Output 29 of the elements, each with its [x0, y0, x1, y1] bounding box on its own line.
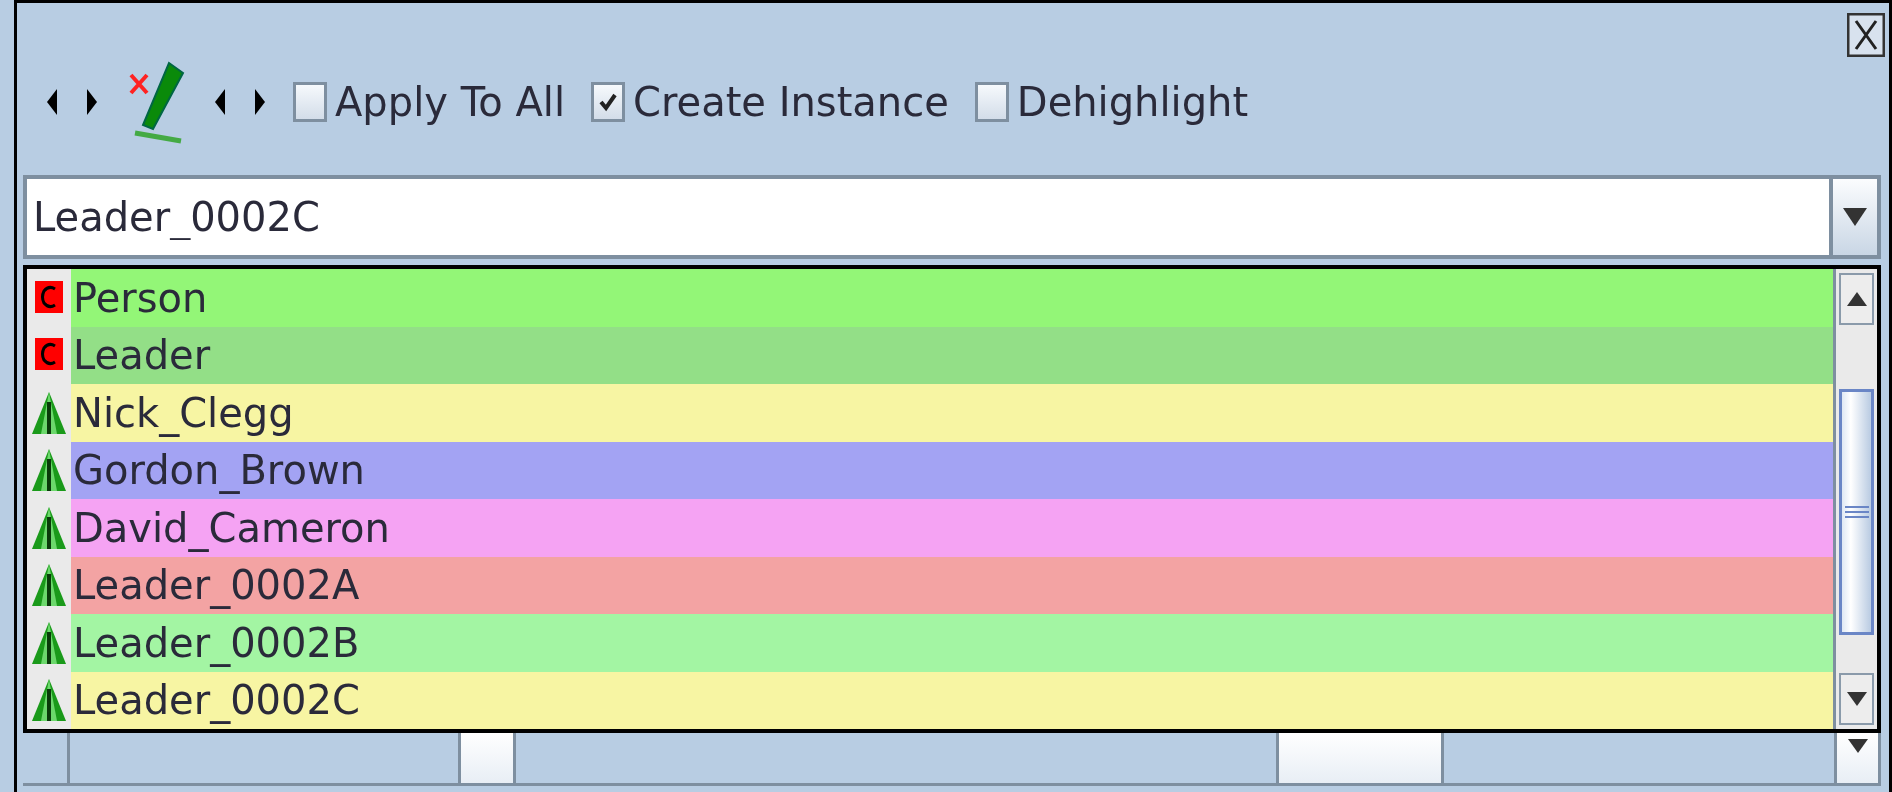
checkbox-box[interactable]: [591, 82, 626, 122]
list-item[interactable]: Leader_0002C: [71, 671, 1833, 729]
grip-icon: [1844, 505, 1869, 519]
triangle-icon: [30, 447, 68, 494]
triangle-icon: [30, 677, 68, 724]
checkbox[interactable]: Dehighlight: [974, 79, 1249, 125]
list-item[interactable]: Nick_Clegg: [71, 384, 1833, 442]
right-arrow-icon[interactable]: [85, 89, 99, 115]
dropdown-button[interactable]: [1829, 175, 1881, 259]
close-icon[interactable]: [1847, 13, 1885, 57]
scrollbar[interactable]: [1833, 269, 1877, 729]
list-item[interactable]: Gordon_Brown: [71, 441, 1833, 499]
right-arrow-icon[interactable]: [253, 89, 267, 115]
checkbox-box[interactable]: [974, 82, 1009, 122]
list-item[interactable]: David_Cameron: [71, 499, 1833, 557]
dropdown-arrow-icon[interactable]: [1847, 739, 1868, 753]
triangle-icon: [30, 562, 68, 609]
list-item[interactable]: Leader: [71, 326, 1833, 384]
list-item[interactable]: Leader_0002A: [71, 556, 1833, 614]
checkbox-box[interactable]: [293, 82, 327, 122]
list-item[interactable]: Leader_0002B: [71, 614, 1833, 672]
list-item[interactable]: Person: [71, 269, 1833, 327]
scroll-up-icon[interactable]: [1846, 292, 1867, 306]
left-arrow-icon[interactable]: [213, 89, 227, 115]
left-arrow-icon[interactable]: [45, 89, 59, 115]
checkbox[interactable]: Create Instance: [591, 79, 949, 125]
scroll-down-icon[interactable]: [1846, 692, 1867, 706]
checkbox[interactable]: Apply To All: [293, 79, 566, 125]
caret-icon: [1843, 208, 1867, 226]
